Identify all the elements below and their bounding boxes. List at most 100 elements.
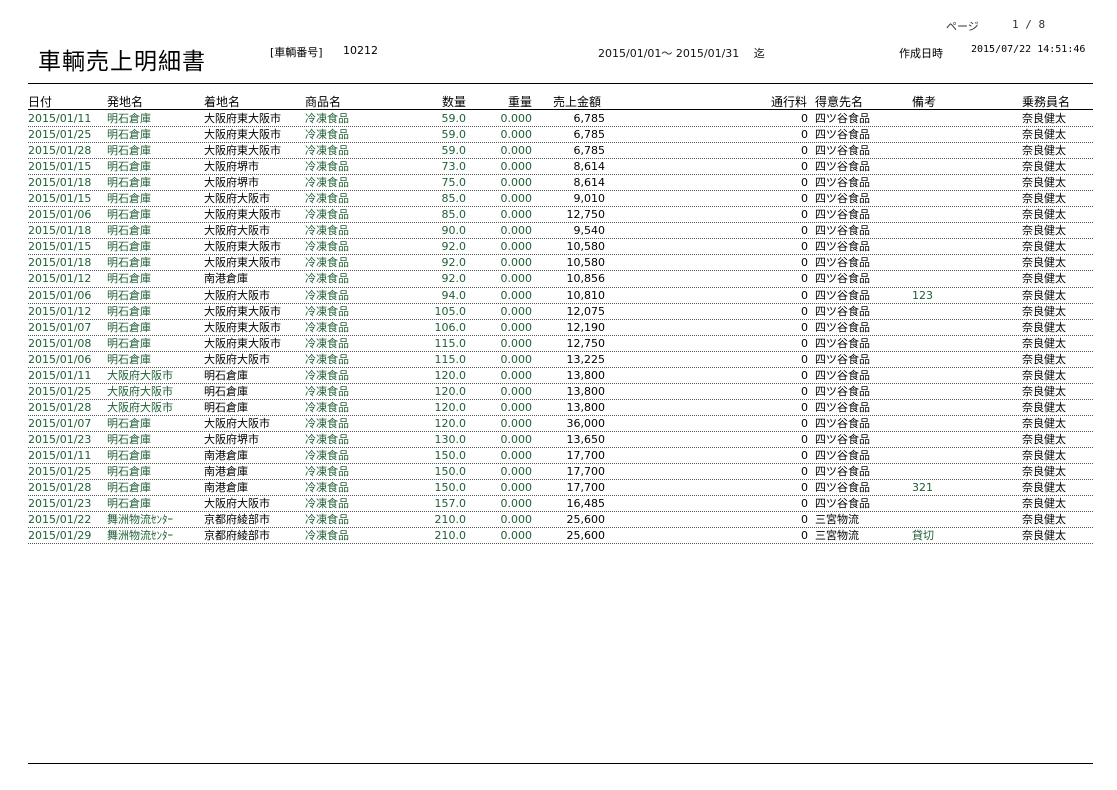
cell-driver: 奈良健太 (1022, 320, 1066, 334)
cell-quantity: 120.0 (434, 400, 467, 414)
cell-destination: 大阪府大阪市 (204, 352, 270, 366)
cell-toll: 0 (801, 128, 808, 142)
cell-customer: 四ツ谷食品 (815, 336, 870, 350)
cell-sales-amount: 13,800 (566, 368, 606, 382)
cell-customer: 四ツ谷食品 (815, 416, 870, 430)
cell-quantity: 73.0 (441, 160, 467, 174)
cell-weight: 0.000 (500, 112, 533, 125)
cell-date: 2015/01/23 (28, 432, 92, 446)
cell-toll: 0 (801, 384, 808, 398)
cell-origin: 明石倉庫 (107, 128, 151, 142)
cell-weight: 0.000 (500, 465, 533, 479)
table-row: 2015/01/15 明石倉庫 大阪府東大阪市 冷凍食品 92.0 0.000 10,580… (28, 239, 1093, 256)
cell-driver: 奈良健太 (1022, 352, 1066, 366)
cell-origin: 明石倉庫 (107, 160, 151, 174)
cell-toll: 0 (801, 176, 808, 190)
cell-customer: 四ツ谷食品 (815, 224, 870, 238)
cell-date: 2015/01/18 (28, 176, 92, 190)
cell-origin: 明石倉庫 (107, 112, 151, 125)
cell-weight: 0.000 (500, 432, 533, 446)
cell-quantity: 85.0 (441, 208, 467, 222)
cell-origin: 大阪府大阪市 (107, 400, 173, 414)
cell-remarks: 貸切 (912, 529, 934, 543)
cell-customer: 四ツ谷食品 (815, 497, 870, 511)
cell-customer: 四ツ谷食品 (815, 304, 870, 318)
cell-toll: 0 (801, 208, 808, 222)
cell-customer: 四ツ谷食品 (815, 352, 870, 366)
cell-sales-amount: 12,750 (566, 208, 606, 222)
cell-toll: 0 (801, 481, 808, 495)
col-header-toll: 通行料 (770, 95, 807, 109)
page-number: 1 / 8 (1012, 18, 1046, 31)
cell-customer: 四ツ谷食品 (815, 288, 870, 302)
cell-product: 冷凍食品 (305, 240, 349, 254)
cell-toll: 0 (801, 368, 808, 382)
cell-sales-amount: 25,600 (566, 513, 606, 527)
cell-toll: 0 (801, 240, 808, 254)
cell-weight: 0.000 (500, 481, 533, 495)
cell-weight: 0.000 (500, 272, 533, 286)
cell-origin: 明石倉庫 (107, 448, 151, 462)
cell-customer: 四ツ谷食品 (815, 320, 870, 334)
table-row: 2015/01/18 明石倉庫 大阪府大阪市 冷凍食品 90.0 0.000 9,540 0 四… (28, 223, 1093, 240)
cell-destination: 明石倉庫 (204, 368, 248, 382)
cell-toll: 0 (801, 529, 808, 543)
cell-product: 冷凍食品 (305, 224, 349, 238)
cell-date: 2015/01/06 (28, 208, 92, 222)
cell-quantity: 120.0 (434, 368, 467, 382)
cell-destination: 大阪府東大阪市 (204, 256, 281, 270)
cell-quantity: 210.0 (434, 529, 467, 543)
cell-customer: 四ツ谷食品 (815, 192, 870, 206)
cell-date: 2015/01/15 (28, 160, 92, 174)
table-row: 2015/01/11 明石倉庫 南港倉庫 冷凍食品 150.0 0.000 17,700 0 四… (28, 448, 1093, 465)
cell-product: 冷凍食品 (305, 176, 349, 190)
table-row: 2015/01/22 舞洲物流ｾﾝﾀｰ 京都府綾部市 冷凍食品 210.0 0.000 25… (28, 512, 1093, 529)
cell-quantity: 150.0 (434, 465, 467, 479)
cell-date: 2015/01/25 (28, 465, 92, 479)
cell-product: 冷凍食品 (305, 112, 349, 125)
cell-sales-amount: 13,225 (566, 352, 606, 366)
cell-quantity: 150.0 (434, 448, 467, 462)
cell-sales-amount: 10,580 (566, 240, 606, 254)
table-row: 2015/01/12 明石倉庫 大阪府東大阪市 冷凍食品 105.0 0.000 12,07… (28, 304, 1093, 320)
cell-destination: 大阪府東大阪市 (204, 208, 281, 222)
cell-toll: 0 (801, 160, 808, 174)
column-header-row: 日付 発地名 着地名 商品名 数量 重量 売上金額 通行料 得意先名 備考 乗務… (28, 96, 1093, 110)
cell-remarks: 123 (912, 288, 933, 302)
cell-date: 2015/01/08 (28, 336, 92, 350)
cell-product: 冷凍食品 (305, 432, 349, 446)
table-row: 2015/01/07 明石倉庫 大阪府大阪市 冷凍食品 120.0 0.000 36,000… (28, 416, 1093, 432)
cell-quantity: 150.0 (434, 481, 467, 495)
cell-sales-amount: 17,700 (566, 481, 606, 495)
cell-weight: 0.000 (500, 288, 533, 302)
cell-driver: 奈良健太 (1022, 288, 1066, 302)
cell-date: 2015/01/23 (28, 497, 92, 511)
cell-weight: 0.000 (500, 529, 533, 543)
cell-weight: 0.000 (500, 448, 533, 462)
col-header-customer: 得意先名 (815, 95, 864, 109)
cell-weight: 0.000 (500, 497, 533, 511)
cell-destination: 大阪府東大阪市 (204, 112, 281, 125)
cell-sales-amount: 9,010 (573, 192, 606, 206)
col-header-remarks: 備考 (912, 95, 937, 109)
detail-table-body: 2015/01/11 明石倉庫 大阪府東大阪市 冷凍食品 59.0 0.000 6,785 0… (28, 111, 1093, 545)
cell-quantity: 115.0 (434, 336, 467, 350)
cell-quantity: 210.0 (434, 513, 467, 527)
cell-weight: 0.000 (500, 416, 533, 430)
cell-sales-amount: 10,810 (566, 288, 606, 302)
cell-customer: 四ツ谷食品 (815, 368, 870, 382)
table-row: 2015/01/28 明石倉庫 大阪府東大阪市 冷凍食品 59.0 0.000 6,785 0… (28, 143, 1093, 160)
cell-sales-amount: 17,700 (566, 448, 606, 462)
cell-destination: 京都府綾部市 (204, 513, 270, 527)
cell-destination: 大阪府東大阪市 (204, 240, 281, 254)
header-divider (28, 83, 1093, 84)
col-header-sales-amount: 売上金額 (553, 95, 602, 109)
table-row: 2015/01/06 明石倉庫 大阪府大阪市 冷凍食品 94.0 0.000 10,810 0… (28, 288, 1093, 304)
table-row: 2015/01/11 明石倉庫 大阪府東大阪市 冷凍食品 59.0 0.000 6,785 0… (28, 111, 1093, 128)
cell-driver: 奈良健太 (1022, 368, 1066, 382)
vehicle-number-label: [車輌番号] (270, 46, 323, 59)
cell-sales-amount: 8,614 (573, 176, 606, 190)
cell-driver: 奈良健太 (1022, 304, 1066, 318)
col-header-product: 商品名 (305, 95, 342, 109)
cell-customer: 三宮物流 (815, 529, 859, 543)
